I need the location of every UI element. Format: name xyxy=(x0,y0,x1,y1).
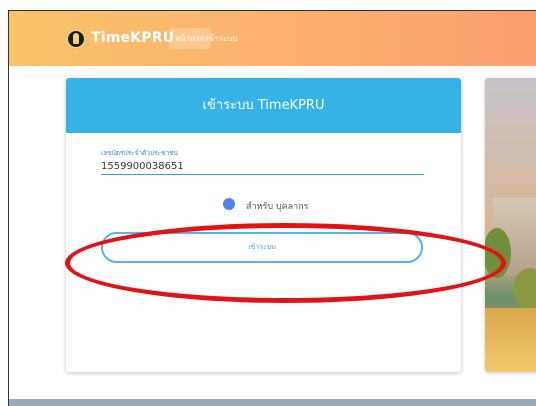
navbar: TimeKPRU หน้าแรก เข้าระบบ xyxy=(9,11,536,66)
nav-home-link[interactable]: หน้าแรก xyxy=(169,28,211,49)
kpru-logo-icon[interactable] xyxy=(66,29,86,49)
campus-image xyxy=(485,78,536,372)
browser-frame: TimeKPRU หน้าแรก เข้าระบบ เข้าระบบ TimeK… xyxy=(8,10,536,406)
id-field-label: เลขบัตรประจำตัวประชาชน xyxy=(101,149,178,157)
staff-radio-label: สำหรับ บุคลากร xyxy=(246,202,309,212)
staff-radio-button[interactable] xyxy=(223,198,235,210)
id-number-input[interactable] xyxy=(101,158,424,175)
brand-link[interactable]: TimeKPRU xyxy=(91,30,174,46)
nav-login-link[interactable]: เข้าระบบ xyxy=(206,32,237,45)
tree-graphic xyxy=(513,268,536,310)
login-card-title: เข้าระบบ TimeKPRU xyxy=(66,78,461,133)
water-graphic xyxy=(485,308,536,372)
login-button[interactable]: เข้าระบบ xyxy=(101,232,423,263)
login-card: เข้าระบบ TimeKPRU เลขบัตรประจำตัวประชาชน… xyxy=(66,78,461,372)
